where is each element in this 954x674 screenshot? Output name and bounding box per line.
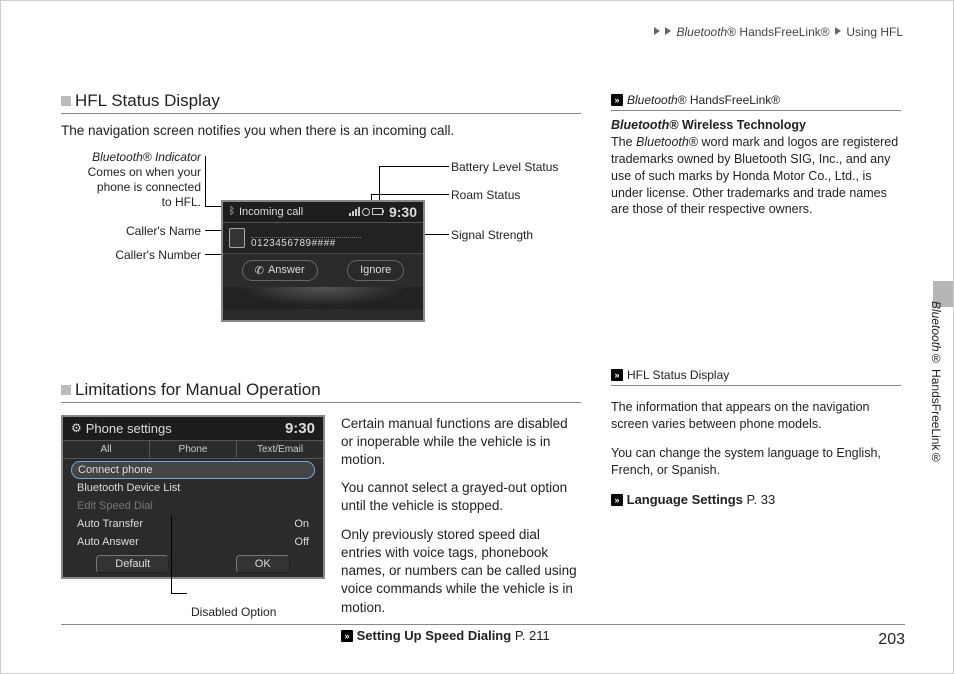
sidebar-heading-2: HFL Status Display — [611, 366, 901, 386]
battery-icon — [372, 208, 383, 215]
menu-auto-transfer[interactable]: Auto TransferOn — [71, 515, 315, 533]
cross-ref-speed-dial: Setting Up Speed Dialing P. 211 — [341, 627, 581, 645]
ref-icon — [341, 630, 353, 642]
decorative-dial — [223, 287, 423, 309]
answer-button[interactable]: ✆ Answer — [242, 260, 318, 281]
callout-bt-indicator: Bluetooth® Indicator Comes on when your … — [71, 150, 201, 210]
sidebar-body-1: Bluetooth® Wireless Technology The Bluet… — [611, 117, 901, 218]
caller-name-field — [251, 227, 361, 238]
section-heading-limitations: Limitations for Manual Operation — [61, 380, 581, 403]
screenshot-incoming-call: ᛒ Incoming call 9:30 0123456789#### — [221, 200, 425, 322]
breadcrumb: Bluetooth® HandsFreeLink® Using HFL — [654, 25, 905, 39]
callout-signal: Signal Strength — [451, 228, 533, 243]
section1-intro: The navigation screen notifies you when … — [61, 122, 581, 140]
chevron-right-icon — [654, 27, 660, 35]
bluetooth-icon: ᛒ — [229, 206, 235, 217]
breadcrumb-seg2: Using HFL — [846, 25, 903, 39]
screen-title: Incoming call — [239, 206, 303, 218]
page-number: 203 — [878, 631, 905, 649]
tab-text-email[interactable]: Text/Email — [237, 441, 323, 458]
gear-icon: ⚙ — [71, 421, 82, 435]
ok-button[interactable]: OK — [236, 555, 290, 573]
phone-answer-icon: ✆ — [255, 264, 264, 277]
diagram-hfl-status: Bluetooth® Indicator Comes on when your … — [61, 150, 581, 350]
ref-icon — [611, 369, 623, 381]
ref-icon — [611, 94, 623, 106]
tab-all[interactable]: All — [63, 441, 149, 458]
screen-title: Phone settings — [86, 421, 172, 436]
menu-connect-phone[interactable]: Connect phone — [71, 461, 315, 479]
clock: 9:30 — [389, 204, 417, 220]
menu-bluetooth-device-list[interactable]: Bluetooth Device List — [71, 479, 315, 497]
signal-bars-icon — [349, 207, 360, 216]
screenshot-phone-settings: ⚙ Phone settings 9:30 All Phone Text/Ema… — [61, 415, 325, 579]
default-button[interactable]: Default — [96, 555, 169, 573]
callout-roam: Roam Status — [451, 188, 520, 203]
roam-icon — [362, 208, 370, 216]
sidebar-heading-1: Bluetooth® HandsFreeLink® — [611, 91, 901, 111]
phone-device-icon — [229, 228, 245, 248]
ignore-button[interactable]: Ignore — [347, 260, 404, 281]
chevron-right-icon — [835, 27, 841, 35]
section2-body: Certain manual functions are disabled or… — [341, 415, 581, 645]
chevron-right-icon — [665, 27, 671, 35]
caller-number-field: 0123456789#### — [251, 238, 361, 249]
section-heading-hfl-status: HFL Status Display — [61, 91, 581, 114]
callout-caller-number: Caller's Number — [96, 248, 201, 263]
square-bullet-icon — [61, 96, 71, 106]
callout-battery: Battery Level Status — [451, 160, 558, 175]
square-bullet-icon — [61, 385, 71, 395]
side-tab-label: Bluetooth® HandsFreeLink® — [929, 301, 943, 464]
sidebar-body-2: The information that appears on the navi… — [611, 399, 901, 509]
cross-ref-language: Language Settings P. 33 — [611, 491, 901, 509]
ref-icon — [611, 494, 623, 506]
breadcrumb-seg1: Bluetooth — [677, 25, 728, 39]
tab-phone[interactable]: Phone — [149, 441, 237, 458]
sidebar: Bluetooth® HandsFreeLink® Bluetooth® Wir… — [611, 91, 901, 527]
menu-edit-speed-dial: Edit Speed Dial — [71, 497, 315, 515]
tabs-row: All Phone Text/Email — [63, 441, 323, 459]
clock: 9:30 — [285, 420, 315, 437]
callout-caller-name: Caller's Name — [111, 224, 201, 239]
footer-rule — [61, 624, 905, 625]
menu-auto-answer[interactable]: Auto AnswerOff — [71, 533, 315, 551]
callout-disabled-option: Disabled Option — [191, 605, 276, 619]
